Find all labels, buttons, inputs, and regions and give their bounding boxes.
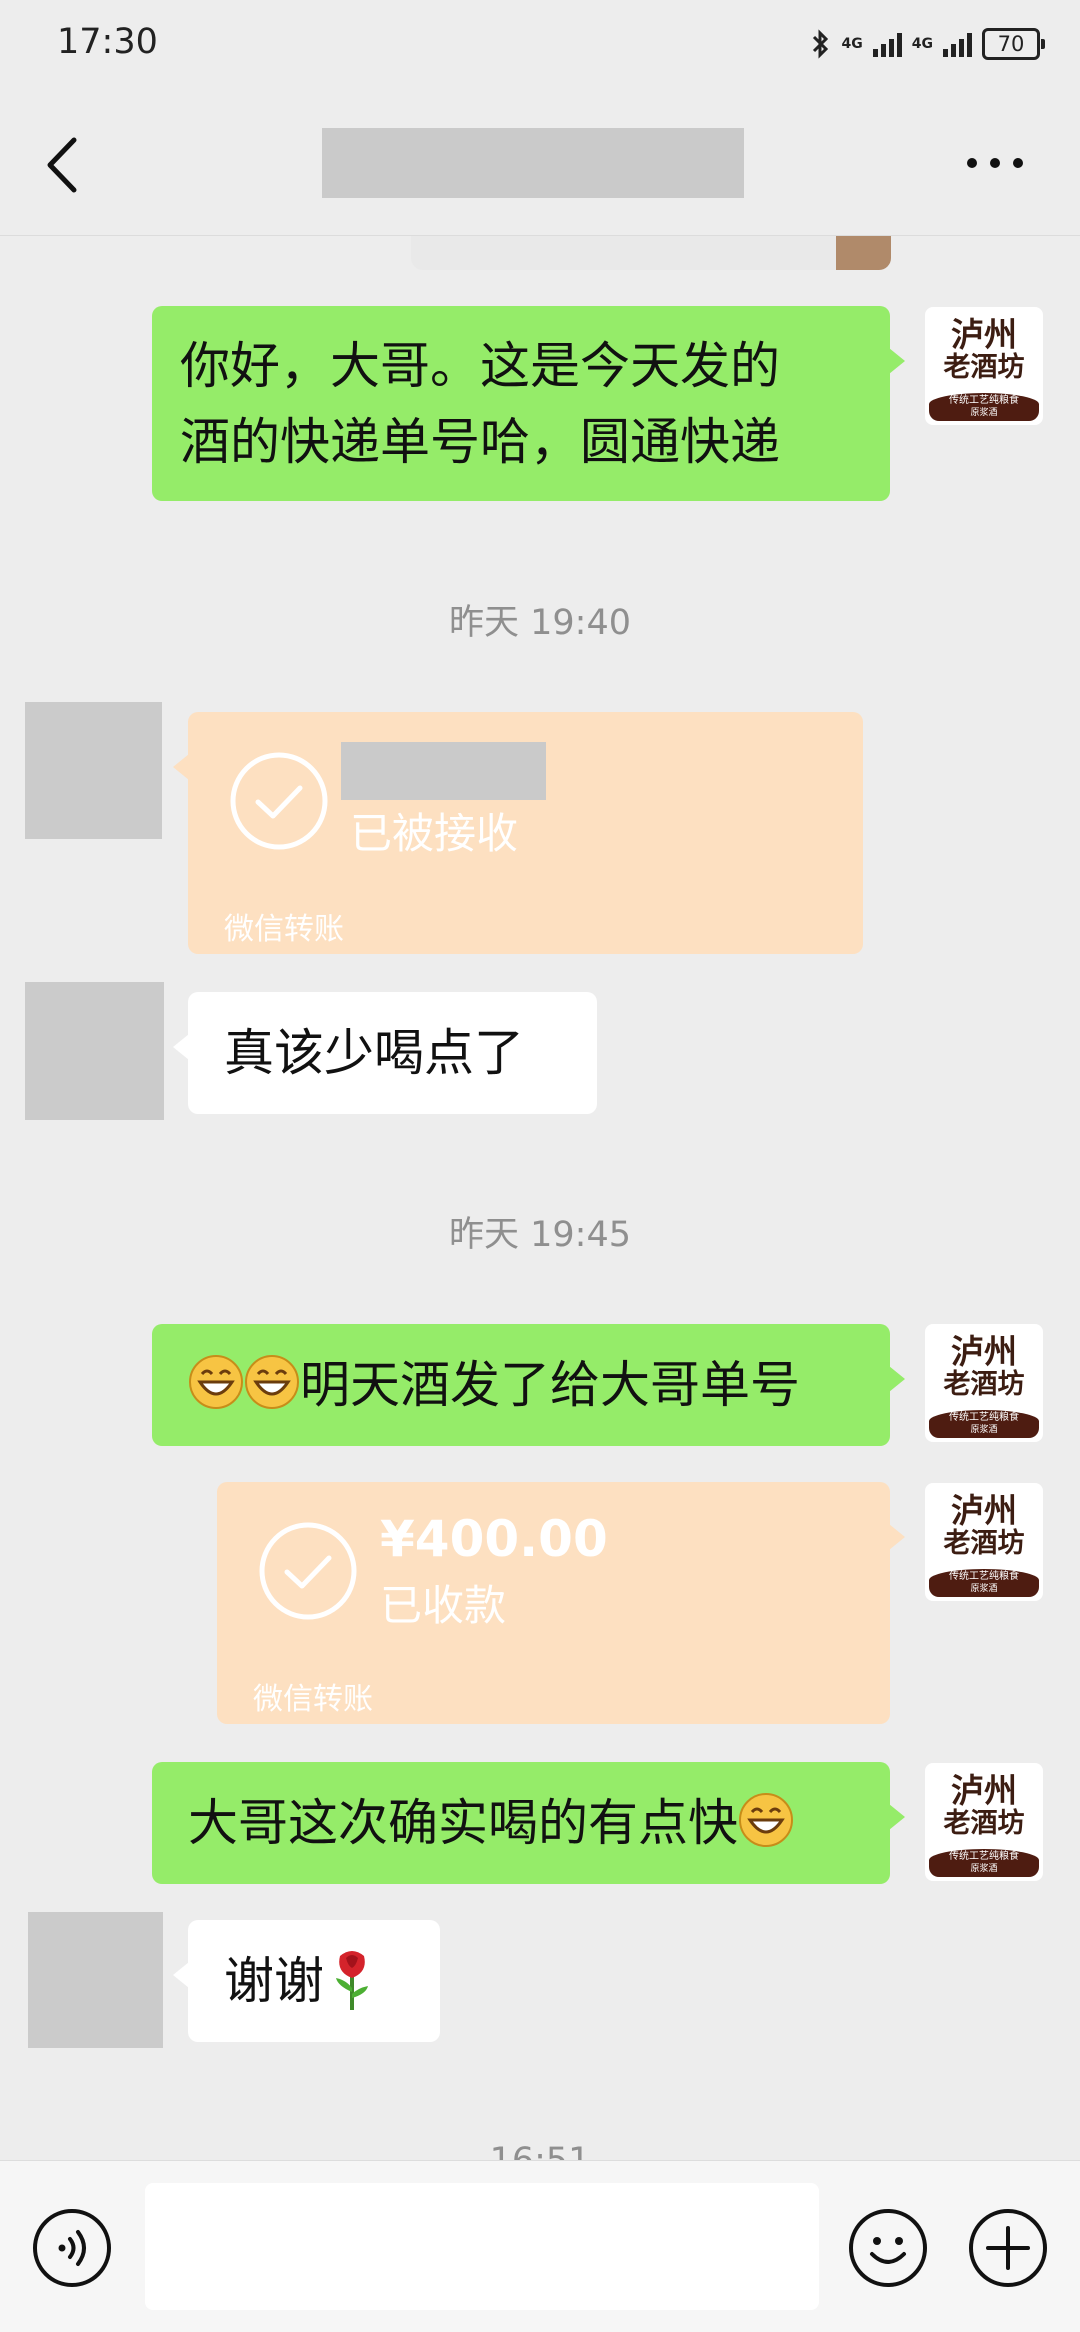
brand-text: 老酒坊	[943, 1808, 1025, 1839]
check-icon	[259, 1522, 357, 1620]
transfer-label: 微信转账	[253, 1682, 373, 1717]
battery-icon: 70	[982, 28, 1045, 60]
incoming-message[interactable]: 真该少喝点了	[173, 992, 597, 1114]
outgoing-message-4[interactable]: 大哥这次确实喝的有点快	[152, 1762, 905, 1884]
image-message-fragment[interactable]	[411, 236, 891, 270]
brand-text: 老酒坊	[943, 1369, 1025, 1400]
transfer-label: 微信转账	[224, 912, 344, 947]
timestamp-partial: 16:51	[0, 2136, 1080, 2160]
signal-bars-2-icon	[943, 31, 972, 57]
timestamp: 昨天 19:45	[449, 1215, 631, 1255]
grinning-face-icon	[189, 1355, 243, 1409]
avatar-self[interactable]: 泸州 老酒坊 传统工艺纯粮食 原浆酒	[925, 1763, 1043, 1881]
grinning-face-icon	[739, 1793, 793, 1847]
back-arrow-icon	[47, 137, 77, 193]
outgoing-message-1[interactable]: 你好，大哥。这是今天发的 酒的快递单号哈，圆通快递	[152, 306, 905, 501]
bluetooth-icon	[812, 29, 828, 59]
message-input[interactable]	[145, 2183, 819, 2310]
message-text-line: 你好，大哥。这是今天发的	[180, 337, 780, 395]
add-more-button[interactable]	[968, 2208, 1048, 2288]
back-button[interactable]	[42, 132, 92, 198]
brand-band-text: 原浆酒	[970, 1864, 998, 1874]
status-icons: 4G 4G 70	[810, 26, 1045, 62]
message-text: 大哥这次确实喝的有点快	[188, 1794, 738, 1852]
timestamp: 昨天 19:40	[449, 603, 631, 643]
avatar-contact[interactable]	[25, 702, 162, 839]
more-options-button[interactable]	[960, 138, 1030, 188]
signal-bars-1-icon	[872, 31, 902, 57]
transfer-status: 已收款	[380, 1581, 507, 1630]
message-text: 真该少喝点了	[224, 1024, 524, 1082]
grinning-face-icon	[245, 1355, 299, 1409]
avatar-contact[interactable]	[25, 982, 164, 1120]
outgoing-message-3[interactable]: 明天酒发了给大哥单号	[152, 1324, 905, 1446]
brand-band-text: 传统工艺纯粮食	[949, 1571, 1019, 1582]
transfer-amount: ¥400.00	[380, 1510, 608, 1568]
transfer-message-incoming[interactable]: 已被接收 微信转账	[173, 712, 863, 954]
brand-text: 老酒坊	[943, 352, 1025, 383]
chat-title-redacted	[322, 128, 744, 198]
incoming-message[interactable]: 谢谢	[173, 1920, 440, 2042]
emoji-button[interactable]	[848, 2208, 928, 2288]
emoji-icon	[849, 2209, 927, 2287]
status-time: 17:30	[57, 22, 158, 62]
brand-band-text: 传统工艺纯粮食	[949, 395, 1019, 406]
brand-band-text: 传统工艺纯粮食	[949, 1851, 1019, 1862]
avatar-contact[interactable]	[28, 1912, 163, 2048]
brand-band-text: 传统工艺纯粮食	[949, 1412, 1019, 1423]
brand-band-text: 原浆酒	[970, 408, 998, 418]
avatar-self[interactable]: 泸州 老酒坊 传统工艺纯粮食 原浆酒	[925, 1483, 1043, 1601]
brand-text: 泸州	[951, 1491, 1017, 1530]
more-dots-icon	[967, 158, 1023, 168]
avatar-self[interactable]: 泸州 老酒坊 传统工艺纯粮食 原浆酒	[925, 1324, 1043, 1442]
signal-label-1: 4G	[841, 36, 863, 52]
transfer-message-outgoing[interactable]: ¥400.00 已收款 微信转账	[217, 1482, 905, 1724]
brand-band-text: 原浆酒	[970, 1425, 998, 1435]
brand-text: 老酒坊	[943, 1528, 1025, 1559]
brand-text: 泸州	[951, 1332, 1017, 1371]
check-icon	[230, 752, 328, 850]
transfer-status: 已被接收	[350, 809, 519, 858]
voice-button[interactable]	[32, 2208, 112, 2288]
brand-text: 泸州	[951, 1771, 1017, 1810]
brand-band-text: 原浆酒	[970, 1584, 998, 1594]
voice-icon	[33, 2209, 111, 2287]
brand-text: 泸州	[951, 315, 1017, 354]
message-text: 明天酒发了给大哥单号	[300, 1356, 800, 1414]
message-text: 谢谢	[224, 1952, 324, 2010]
rose-icon	[336, 1951, 368, 2010]
message-text-line: 酒的快递单号哈，圆通快递	[180, 413, 780, 471]
plus-icon	[969, 2209, 1047, 2287]
signal-label-2: 4G	[911, 36, 933, 52]
transfer-amount-redacted	[341, 742, 546, 800]
avatar-self[interactable]: 泸州 老酒坊 传统工艺纯粮食 原浆酒	[925, 307, 1043, 425]
